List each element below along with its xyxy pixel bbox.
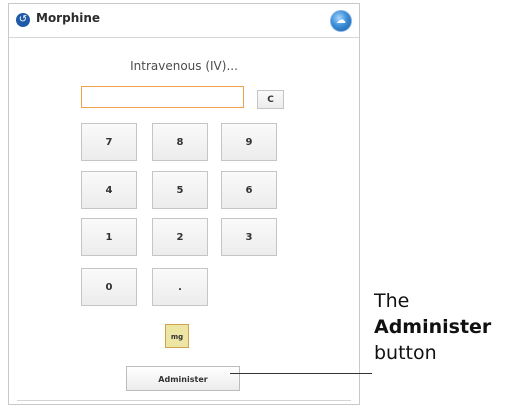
key-7[interactable]: 7 <box>81 123 137 161</box>
key-2[interactable]: 2 <box>152 218 208 256</box>
key-decimal[interactable]: . <box>152 268 208 306</box>
callout-line-2: Administer <box>374 316 492 338</box>
callout-line-1: The <box>374 290 410 312</box>
key-8[interactable]: 8 <box>152 123 208 161</box>
key-3[interactable]: 3 <box>221 218 277 256</box>
callout-line-3: button <box>374 342 437 364</box>
administer-button[interactable]: Administer <box>126 366 240 391</box>
key-5[interactable]: 5 <box>152 171 208 209</box>
callout-leader-line <box>230 373 372 374</box>
morphine-panel: ↺ Morphine ☁ Intravenous (IV)... C 7 8 9… <box>8 3 360 405</box>
key-9[interactable]: 9 <box>221 123 277 161</box>
clear-button[interactable]: C <box>257 90 284 109</box>
unit-mg-button[interactable]: mg <box>165 324 189 348</box>
medication-title: Morphine <box>36 11 101 25</box>
globe-icon[interactable]: ☁ <box>330 10 352 32</box>
key-1[interactable]: 1 <box>81 218 137 256</box>
callout-label: The Administer button <box>374 288 527 366</box>
back-arrow-icon[interactable]: ↺ <box>16 13 30 27</box>
dose-input[interactable] <box>81 86 244 108</box>
panel-header: ↺ Morphine ☁ <box>9 4 359 38</box>
key-6[interactable]: 6 <box>221 171 277 209</box>
footer-divider <box>17 400 351 401</box>
route-label: Intravenous (IV)... <box>130 59 238 73</box>
key-0[interactable]: 0 <box>81 268 137 306</box>
key-4[interactable]: 4 <box>81 171 137 209</box>
